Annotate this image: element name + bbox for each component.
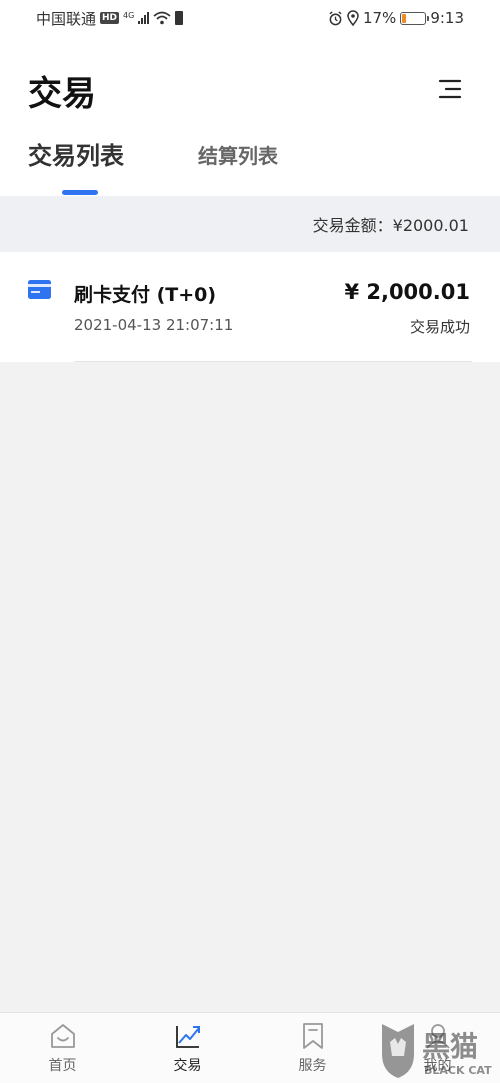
location-icon <box>347 10 359 26</box>
card-icon <box>28 280 51 299</box>
battery-icon <box>400 11 430 25</box>
carrier-label: 中国联通 <box>36 9 97 28</box>
header: 交易 交易列表 结算列表 <box>0 36 500 196</box>
status-left: 中国联通 HD 4G <box>36 8 184 29</box>
transaction-amount: ¥ 2,000.01 <box>344 280 470 304</box>
nav-item-service[interactable]: 服务 <box>250 1013 375 1083</box>
menu-icon[interactable] <box>436 78 462 100</box>
status-bar: 中国联通 HD 4G 17% 9:13 <box>0 0 500 36</box>
page-title: 交易 <box>28 74 96 114</box>
battery-fill <box>402 13 407 23</box>
black-cat-watermark-logo: 黑猫 BLACK CAT <box>382 1024 492 1078</box>
nav-label-trade: 交易 <box>173 1058 202 1074</box>
transaction-time: 2021-04-13 21:07:11 <box>74 316 234 334</box>
transaction-status: 交易成功 <box>409 318 470 336</box>
battery-saver-icon <box>175 11 184 25</box>
bookmark-icon <box>302 1023 323 1049</box>
network-type-label: 4G <box>123 10 135 20</box>
home-icon <box>50 1024 75 1048</box>
transaction-item[interactable]: 刷卡支付 (T+0) 2021-04-13 21:07:11 ¥ 2,000.0… <box>0 252 500 362</box>
tab-transaction-list[interactable]: 交易列表 <box>28 136 124 171</box>
tab-active-indicator <box>62 190 98 195</box>
wifi-icon <box>153 11 171 25</box>
trade-chart-icon <box>175 1026 200 1048</box>
alarm-icon <box>329 10 342 25</box>
tab-settlement-list[interactable]: 结算列表 <box>198 140 278 169</box>
hd-badge: HD <box>100 12 120 24</box>
nav-item-trade[interactable]: 交易 <box>125 1013 250 1083</box>
battery-percent: 17% <box>362 9 397 27</box>
signal-icon <box>138 12 150 24</box>
nav-label-home: 首页 <box>48 1058 77 1074</box>
svg-text:BLACK CAT: BLACK CAT <box>424 1064 492 1077</box>
svg-text:黑猫: 黑猫 <box>422 1030 478 1063</box>
transaction-title: 刷卡支付 (T+0) <box>74 284 217 306</box>
nav-label-service: 服务 <box>298 1058 327 1074</box>
status-right: 17% 9:13 <box>328 9 464 27</box>
total-amount-label: 交易金额：¥2000.01 <box>312 216 469 235</box>
transaction-summary: 交易金额：¥2000.01 <box>0 196 500 252</box>
nav-item-home[interactable]: 首页 <box>0 1013 125 1083</box>
divider <box>74 361 472 362</box>
clock: 9:13 <box>430 9 464 27</box>
